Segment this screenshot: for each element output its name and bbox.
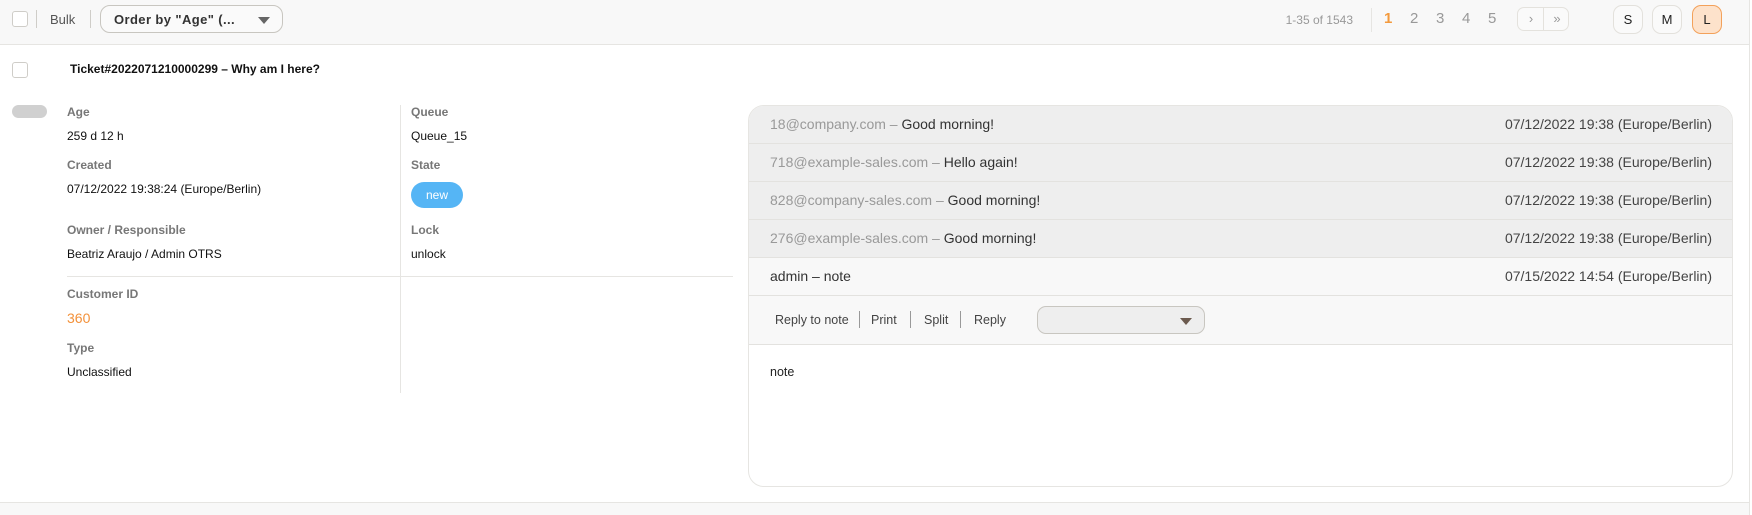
article-date: 07/12/2022 19:38 (Europe/Berlin) bbox=[1504, 116, 1712, 132]
article-row[interactable]: 718@example-sales.com – Hello again! 07/… bbox=[749, 144, 1732, 182]
next-page-icon[interactable]: › bbox=[1518, 8, 1544, 30]
page-link-1[interactable]: 1 bbox=[1384, 10, 1392, 27]
pagination-separator bbox=[1371, 8, 1372, 32]
age-label: Age bbox=[67, 105, 90, 119]
pagination-nav: › » bbox=[1517, 7, 1569, 31]
customer-id-link[interactable]: 360 bbox=[67, 310, 90, 326]
article-separator: – bbox=[808, 268, 824, 284]
pagination-range: 1-35 of 1543 bbox=[1285, 13, 1353, 27]
type-value: Unclassified bbox=[67, 365, 132, 379]
article-date: 07/12/2022 19:38 (Europe/Berlin) bbox=[1504, 192, 1712, 208]
article-header: admin – note bbox=[770, 268, 851, 284]
page-link-4[interactable]: 4 bbox=[1462, 10, 1470, 27]
article-date: 07/15/2022 14:54 (Europe/Berlin) bbox=[1504, 268, 1712, 284]
owner-value: Beatriz Araujo / Admin OTRS bbox=[67, 247, 222, 261]
article-date: 07/12/2022 19:38 (Europe/Berlin) bbox=[1504, 230, 1712, 246]
article-subject: Hello again! bbox=[943, 154, 1018, 170]
article-header: 18@company.com – Good morning! bbox=[770, 116, 994, 132]
order-by-label: Order by "Age" (... bbox=[114, 12, 236, 27]
article-row[interactable]: 18@company.com – Good morning! 07/12/202… bbox=[749, 106, 1732, 144]
column-divider bbox=[400, 105, 401, 276]
ticket-select-checkbox[interactable] bbox=[12, 62, 28, 78]
bottom-bar bbox=[0, 502, 1749, 515]
type-label: Type bbox=[67, 341, 95, 355]
size-small-button[interactable]: S bbox=[1613, 5, 1643, 34]
article-row[interactable]: 828@company-sales.com – Good morning! 07… bbox=[749, 182, 1732, 220]
article-panel: 18@company.com – Good morning! 07/12/202… bbox=[748, 105, 1733, 487]
article-header: 828@company-sales.com – Good morning! bbox=[770, 192, 1040, 208]
state-label: State bbox=[411, 158, 441, 172]
article-from: 828@company-sales.com bbox=[770, 192, 933, 208]
owner-label: Owner / Responsible bbox=[67, 223, 186, 237]
article-separator: – bbox=[928, 230, 944, 246]
article-from: 718@example-sales.com bbox=[770, 154, 929, 170]
article-row-selected[interactable]: admin – note 07/15/2022 14:54 (Europe/Be… bbox=[749, 258, 1732, 296]
split-button[interactable]: Split bbox=[924, 313, 948, 327]
select-all-checkbox[interactable] bbox=[12, 11, 28, 27]
article-from: admin bbox=[770, 268, 809, 284]
article-row[interactable]: 276@example-sales.com – Good morning! 07… bbox=[749, 220, 1732, 258]
queue-label: Queue bbox=[411, 105, 449, 119]
article-actions-bar: Reply to note Print Split Reply bbox=[749, 296, 1732, 345]
scrollbar-edge bbox=[1749, 0, 1750, 515]
state-badge: new bbox=[411, 182, 463, 208]
article-subject: Good morning! bbox=[901, 116, 995, 132]
age-value: 259 d 12 h bbox=[67, 129, 124, 143]
last-page-icon[interactable]: » bbox=[1544, 8, 1570, 30]
reply-to-note-button[interactable]: Reply to note bbox=[775, 313, 849, 327]
page-link-5[interactable]: 5 bbox=[1488, 10, 1496, 27]
priority-indicator bbox=[12, 105, 47, 118]
chevron-down-icon bbox=[258, 17, 270, 24]
order-by-select[interactable]: Order by "Age" (... bbox=[100, 5, 283, 33]
page-link-3[interactable]: 3 bbox=[1436, 10, 1444, 27]
article-subject: Good morning! bbox=[947, 192, 1041, 208]
article-separator: – bbox=[885, 116, 902, 132]
page-link-2[interactable]: 2 bbox=[1410, 10, 1418, 27]
article-header: 276@example-sales.com – Good morning! bbox=[770, 230, 1036, 246]
action-separator bbox=[910, 311, 911, 328]
size-large-button[interactable]: L bbox=[1692, 5, 1722, 34]
reply-button[interactable]: Reply bbox=[974, 313, 1006, 327]
article-separator: – bbox=[928, 154, 944, 170]
queue-value: Queue_15 bbox=[411, 129, 468, 143]
bulk-button[interactable]: Bulk bbox=[50, 12, 75, 27]
article-header: 718@example-sales.com – Hello again! bbox=[770, 154, 1018, 170]
customer-id-label: Customer ID bbox=[67, 287, 139, 301]
column-divider bbox=[400, 277, 401, 393]
action-separator bbox=[960, 311, 961, 328]
toolbar-separator bbox=[36, 10, 37, 28]
article-from: 18@company.com bbox=[770, 116, 886, 132]
article-action-select[interactable] bbox=[1037, 306, 1205, 334]
print-button[interactable]: Print bbox=[871, 313, 897, 327]
lock-value: unlock bbox=[411, 247, 446, 261]
action-separator bbox=[859, 311, 860, 328]
lock-label: Lock bbox=[411, 223, 440, 237]
chevron-down-icon bbox=[1180, 318, 1192, 325]
article-from: 276@example-sales.com bbox=[770, 230, 929, 246]
created-label: Created bbox=[67, 158, 112, 172]
article-date: 07/12/2022 19:38 (Europe/Berlin) bbox=[1504, 154, 1712, 170]
ticket-title[interactable]: Ticket#2022071210000299 – Why am I here? bbox=[70, 62, 320, 76]
article-subject: note bbox=[823, 268, 851, 284]
ticket-list-toolbar: Bulk Order by "Age" (... 1-35 of 1543 1 … bbox=[0, 0, 1749, 45]
toolbar-separator bbox=[90, 10, 91, 28]
size-medium-button[interactable]: M bbox=[1652, 5, 1682, 34]
article-subject: Good morning! bbox=[943, 230, 1037, 246]
article-body: note bbox=[770, 365, 795, 379]
article-separator: – bbox=[932, 192, 948, 208]
created-value: 07/12/2022 19:38:24 (Europe/Berlin) bbox=[67, 182, 262, 196]
